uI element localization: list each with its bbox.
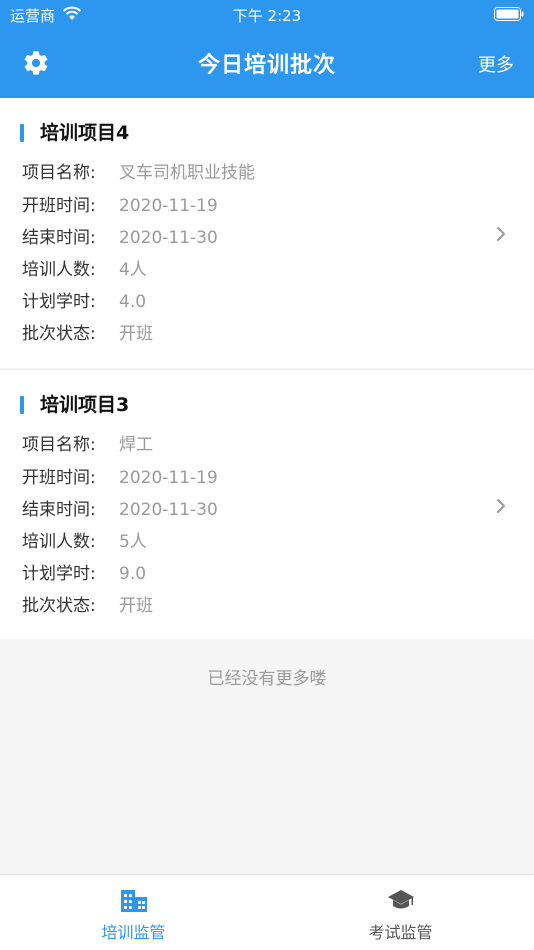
list-end-message: 已经没有更多喽	[207, 669, 327, 689]
start-time-value: 2020-11-19	[119, 468, 218, 488]
trainee-count-value: 4人	[119, 260, 147, 280]
end-time-label: 结束时间:	[22, 228, 96, 248]
planned-hours-label: 计划学时:	[22, 292, 96, 312]
batch-title: 培训项目4	[20, 120, 129, 146]
status-time: 下午 2:23	[232, 7, 302, 25]
page-title: 今日培训批次	[197, 53, 336, 78]
tab-bar: 培训监管 考试监管	[0, 874, 534, 950]
end-time-value: 2020-11-30	[119, 228, 218, 248]
trainee-count-label: 培训人数:	[22, 260, 96, 280]
batch-status-label: 批次状态:	[22, 596, 96, 616]
planned-hours-label: 计划学时:	[22, 564, 96, 584]
end-time-row: 结束时间: 2020-11-30	[22, 227, 218, 249]
start-time-row: 开班时间: 2020-11-19	[22, 195, 218, 217]
end-time-row: 结束时间: 2020-11-30	[22, 499, 218, 521]
trainee-count-row: 培训人数: 5人	[22, 531, 147, 553]
project-name-label: 项目名称:	[22, 435, 96, 455]
building-icon	[120, 890, 147, 912]
project-name-row: 项目名称: 焊工	[22, 434, 153, 456]
start-time-label: 开班时间:	[22, 468, 96, 488]
start-time-row: 开班时间: 2020-11-19	[22, 467, 218, 489]
planned-hours-value: 4.0	[119, 292, 147, 312]
trainee-count-value: 5人	[119, 532, 147, 552]
batch-title: 培训项目3	[20, 392, 129, 418]
end-time-value: 2020-11-30	[119, 500, 218, 520]
batch-status-row: 批次状态: 开班	[22, 323, 153, 345]
chevron-right-icon	[497, 227, 505, 241]
tab-exam-label: 考试监管	[368, 923, 433, 942]
project-name-value: 叉车司机职业技能	[119, 163, 255, 183]
batch-status-label: 批次状态:	[22, 324, 96, 344]
batch-list: 培训项目4 项目名称: 叉车司机职业技能 开班时间: 2020-11-19 结束时间…	[0, 98, 534, 639]
planned-hours-row: 计划学时: 9.0	[22, 563, 146, 585]
status-bar: 运营商 下午 2:23	[0, 0, 534, 28]
project-name-value: 焊工	[119, 435, 153, 455]
start-time-label: 开班时间:	[22, 196, 96, 216]
tab-training-label: 培训监管	[101, 923, 166, 942]
batch-status-value: 开班	[119, 324, 153, 344]
batch-card[interactable]: 培训项目4 项目名称: 叉车司机职业技能 开班时间: 2020-11-19 结束时间…	[0, 98, 534, 368]
start-time-value: 2020-11-19	[119, 196, 218, 216]
graduation-cap-icon	[387, 890, 414, 909]
header-bar: 运营商 下午 2:23 今日培训批次 更多	[0, 0, 534, 98]
chevron-right-icon	[497, 499, 505, 513]
end-time-label: 结束时间:	[22, 500, 96, 520]
project-name-label: 项目名称:	[22, 163, 96, 183]
trainee-count-label: 培训人数:	[22, 532, 96, 552]
battery-icon	[494, 7, 524, 21]
tab-exam-supervision[interactable]: 考试监管	[267, 875, 534, 950]
tab-training-supervision[interactable]: 培训监管	[0, 875, 267, 950]
trainee-count-row: 培训人数: 4人	[22, 259, 147, 281]
batch-card[interactable]: 培训项目3 项目名称: 焊工 开班时间: 2020-11-19 结束时间: 2020-…	[0, 369, 534, 639]
project-name-row: 项目名称: 叉车司机职业技能	[22, 162, 255, 184]
planned-hours-value: 9.0	[119, 564, 147, 584]
more-button[interactable]: 更多	[478, 51, 514, 77]
batch-status-row: 批次状态: 开班	[22, 595, 153, 617]
planned-hours-row: 计划学时: 4.0	[22, 291, 146, 313]
batch-status-value: 开班	[119, 596, 153, 616]
